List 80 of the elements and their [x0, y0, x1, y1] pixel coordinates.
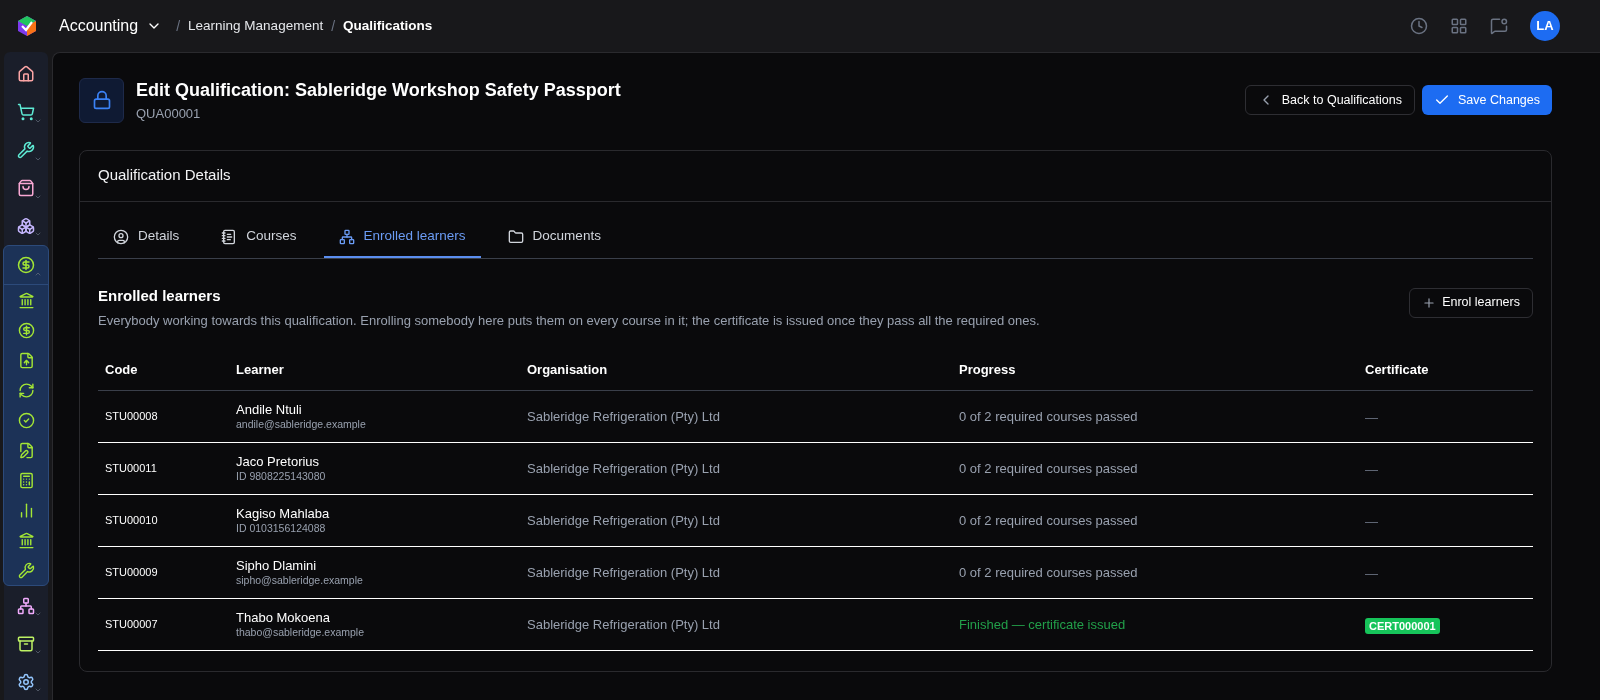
breadcrumb-separator: / [176, 16, 181, 36]
file-upload-icon [17, 351, 35, 369]
table-cell: Sableridge Refrigeration (Pty) Ltd [520, 494, 952, 547]
table-cell: STU00008 [98, 390, 229, 443]
column-header: Certificate [1358, 348, 1533, 391]
learner-detail: thabo@sableridge.example [236, 626, 365, 639]
wrench-icon [17, 141, 35, 160]
learner-detail: sipho@sableridge.example [236, 574, 364, 587]
column-header: Progress [952, 348, 1358, 391]
check-circle-icon [17, 411, 35, 429]
back-button[interactable]: Back to Qualifications [1244, 85, 1415, 116]
dollar-icon [17, 321, 35, 339]
tab[interactable]: Courses [206, 217, 312, 258]
tab[interactable]: Enrolled learners [323, 217, 481, 258]
table-cell: — [1365, 565, 1378, 581]
section-title: Enrolled learners [98, 285, 222, 306]
section-description: Everybody working towards this qualification. Enrolling somebody here puts them on every course in it; the certificate is issued once they pass all the required ones. [98, 312, 1040, 330]
table-cell: STU00011 [98, 442, 229, 495]
home-icon [17, 65, 35, 84]
table-cell: — [1365, 513, 1378, 529]
breadcrumb-link[interactable]: Qualifications [343, 15, 433, 37]
tab[interactable]: Documents [492, 217, 616, 258]
user-avatar[interactable]: LA [1530, 11, 1560, 41]
cart-icon [17, 103, 35, 122]
table-cell: STU00007 [98, 598, 229, 651]
table-cell: Sableridge Refrigeration (Pty) Ltd [520, 442, 952, 495]
lock-icon [91, 90, 112, 111]
learner-detail: ID 0103156124088 [236, 522, 327, 535]
card-title: Qualification Details [98, 165, 231, 186]
table-cell: — [1365, 409, 1378, 425]
breadcrumb-separator: / [331, 16, 336, 36]
table-cell: 0 of 2 required courses passed [952, 442, 1358, 495]
learner-name: Sipho Dlamini [236, 558, 318, 574]
dollar-icon [17, 256, 35, 275]
breadcrumb-link[interactable]: Learning Management [188, 15, 324, 37]
grid-icon[interactable] [1450, 17, 1468, 35]
clock-icon[interactable] [1410, 17, 1428, 35]
bank-icon [17, 531, 35, 549]
bag-icon [17, 179, 35, 198]
column-header: Learner [229, 348, 520, 391]
table-cell: STU00010 [98, 494, 229, 547]
user-icon [113, 228, 129, 245]
calculator-icon [17, 471, 35, 489]
page-title: Edit Qualification: Sableridge Workshop Safety Passport [136, 79, 621, 102]
learner-detail: andile@sableridge.example [236, 418, 367, 431]
wrench-icon [17, 561, 35, 579]
notebook-icon [221, 228, 238, 245]
file-edit-icon [17, 441, 35, 459]
qualification-code: QUA00001 [136, 105, 202, 123]
table-cell: Finished — certificate issued [952, 598, 1358, 651]
notification-icon[interactable] [1490, 17, 1508, 35]
table-cell: 0 of 2 required courses passed [952, 494, 1358, 547]
caret-icon [34, 686, 42, 694]
enrol-button[interactable]: Enrol learners [1409, 287, 1533, 318]
table-cell: Sableridge Refrigeration (Pty) Ltd [520, 390, 952, 443]
table-cell: 0 of 2 required courses passed [952, 546, 1358, 599]
table-cell: Sableridge Refrigeration (Pty) Ltd [520, 598, 952, 651]
learner-name: Kagiso Mahlaba [236, 506, 331, 522]
refresh-icon [17, 381, 35, 399]
network-icon [17, 596, 35, 615]
save-button[interactable]: Save Changes [1422, 85, 1552, 116]
learner-name: Jaco Pretorius [236, 454, 321, 470]
logo-icon [16, 15, 38, 37]
table-cell: 0 of 2 required courses passed [952, 390, 1358, 443]
tab[interactable]: Details [98, 217, 195, 258]
bank-icon [17, 291, 35, 309]
gear-icon [17, 672, 35, 691]
learner-name: Andile Ntuli [236, 402, 303, 418]
plus-icon [1422, 295, 1437, 310]
learner-detail: ID 9808225143080 [236, 470, 327, 483]
folder-icon [507, 228, 524, 245]
column-header: Code [98, 348, 229, 391]
table-cell: STU00009 [98, 546, 229, 599]
table-cell: Sableridge Refrigeration (Pty) Ltd [520, 546, 952, 599]
learner-name: Thabo Mokoena [236, 610, 331, 626]
table-cell: — [1365, 461, 1378, 477]
column-header: Organisation [520, 348, 952, 391]
app-switcher[interactable]: Accounting [59, 14, 163, 38]
archive-icon [17, 634, 35, 653]
boxes-icon [17, 216, 35, 235]
